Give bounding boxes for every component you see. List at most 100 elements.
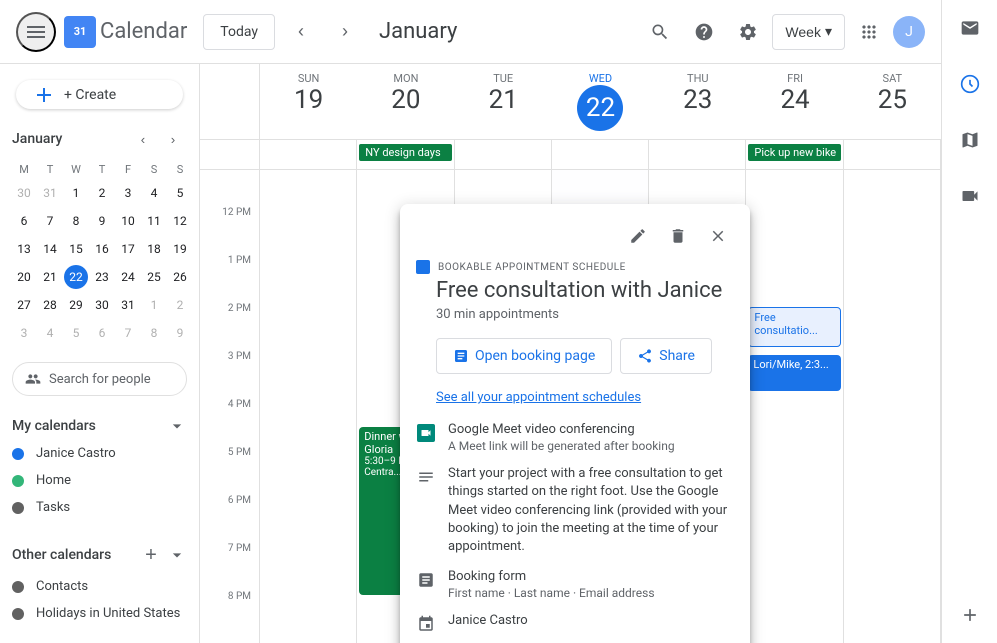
my-calendars-header[interactable]: My calendars xyxy=(0,412,199,440)
mini-cal-day[interactable]: 31 xyxy=(38,181,62,205)
mini-cal-day[interactable]: 24 xyxy=(116,265,140,289)
mini-cal-day[interactable]: 19 xyxy=(168,237,192,261)
create-button[interactable]: + Create xyxy=(16,80,183,109)
mini-cal-day[interactable]: 17 xyxy=(116,237,140,261)
allday-event-bike[interactable]: Pick up new bike xyxy=(748,144,840,161)
calendar-dot xyxy=(12,448,24,460)
mini-cal-day-today[interactable]: 22 xyxy=(64,265,88,289)
mini-cal-day-header: S xyxy=(168,161,192,178)
see-all-link[interactable]: See all your appointment schedules xyxy=(416,390,734,405)
mini-cal-day[interactable]: 7 xyxy=(116,321,140,345)
mini-cal-day[interactable]: 11 xyxy=(142,209,166,233)
popup-delete-button[interactable] xyxy=(662,220,694,252)
organizer-name: Janice Castro xyxy=(448,612,528,630)
calendar-dot xyxy=(12,581,24,593)
calendar-item-contacts[interactable]: Contacts xyxy=(0,573,199,600)
next-button[interactable]: › xyxy=(327,14,363,50)
form-icon xyxy=(416,570,436,590)
month-title: January xyxy=(379,19,624,44)
mini-cal-day[interactable]: 6 xyxy=(90,321,114,345)
mini-cal-day[interactable]: 25 xyxy=(142,265,166,289)
allday-row: NY design days Pick up new bike xyxy=(200,140,941,170)
calendar-item-home[interactable]: Home xyxy=(0,467,199,494)
week-button[interactable]: Week ▾ xyxy=(772,14,845,50)
mini-cal-next[interactable]: › xyxy=(159,125,187,153)
popup-close-button[interactable] xyxy=(702,220,734,252)
mini-cal-day[interactable]: 8 xyxy=(142,321,166,345)
mini-cal-day[interactable]: 31 xyxy=(116,293,140,317)
mini-cal-day[interactable]: 27 xyxy=(12,293,36,317)
popup-organizer-row: Janice Castro xyxy=(416,612,734,634)
mini-cal-day[interactable]: 1 xyxy=(64,181,88,205)
mini-cal-day[interactable]: 7 xyxy=(38,209,62,233)
right-panel-add-icon[interactable] xyxy=(950,595,990,635)
calendar-dot xyxy=(12,502,24,514)
mini-cal-day[interactable]: 18 xyxy=(142,237,166,261)
menu-button[interactable] xyxy=(16,12,56,52)
mini-cal-day[interactable]: 16 xyxy=(90,237,114,261)
calendar-item-holidays[interactable]: Holidays in United States xyxy=(0,600,199,627)
mini-cal-day[interactable]: 15 xyxy=(64,237,88,261)
mini-cal-day-header: W xyxy=(64,161,88,178)
calendar-label: Home xyxy=(36,473,71,488)
mini-cal-day[interactable]: 5 xyxy=(168,181,192,205)
calendar-label: Tasks xyxy=(36,500,70,515)
mini-cal-day[interactable]: 9 xyxy=(168,321,192,345)
right-panel-mail-icon[interactable] xyxy=(950,8,990,48)
other-calendars-header[interactable]: Other calendars + xyxy=(0,537,199,573)
mini-cal-day[interactable]: 30 xyxy=(90,293,114,317)
mini-cal-day[interactable]: 6 xyxy=(12,209,36,233)
search-people[interactable]: Search for people xyxy=(12,362,187,396)
day-header-thu: THU 23 xyxy=(649,64,746,139)
popup-badge-icon xyxy=(416,260,430,274)
allday-cell-thu xyxy=(649,140,746,169)
open-booking-button[interactable]: Open booking page xyxy=(436,338,612,374)
event-free-consult-fri[interactable]: Free consultatio... xyxy=(748,307,840,347)
mini-cal-day[interactable]: 4 xyxy=(38,321,62,345)
event-lori-mike[interactable]: Lori/Mike, 2:3... xyxy=(748,355,840,391)
mini-cal-prev[interactable]: ‹ xyxy=(129,125,157,153)
organizer-icon xyxy=(416,614,436,634)
mini-cal-day[interactable]: 8 xyxy=(64,209,88,233)
mini-cal-day[interactable]: 20 xyxy=(12,265,36,289)
avatar[interactable]: J xyxy=(893,16,925,48)
prev-button[interactable]: ‹ xyxy=(283,14,319,50)
mini-cal-day[interactable]: 30 xyxy=(12,181,36,205)
mini-cal-day[interactable]: 13 xyxy=(12,237,36,261)
mini-cal-day[interactable]: 10 xyxy=(116,209,140,233)
my-calendars-title: My calendars xyxy=(12,418,96,434)
mini-cal-day[interactable]: 3 xyxy=(116,181,140,205)
right-panel-meet-icon[interactable] xyxy=(950,176,990,216)
mini-cal-day[interactable]: 29 xyxy=(64,293,88,317)
share-button[interactable]: Share xyxy=(620,338,712,374)
mini-cal-day[interactable]: 2 xyxy=(168,293,192,317)
mini-cal-day[interactable]: 26 xyxy=(168,265,192,289)
search-button[interactable] xyxy=(640,12,680,52)
apps-button[interactable] xyxy=(849,12,889,52)
mini-cal-day[interactable]: 3 xyxy=(12,321,36,345)
today-button[interactable]: Today xyxy=(203,14,275,50)
booking-form-label: Booking form xyxy=(448,568,655,586)
left-sidebar: + Create January ‹ › M T W T F S xyxy=(0,64,200,643)
mini-cal-day[interactable]: 28 xyxy=(38,293,62,317)
settings-button[interactable] xyxy=(728,12,768,52)
allday-event-ny[interactable]: NY design days xyxy=(359,144,451,161)
mini-cal-day[interactable]: 21 xyxy=(38,265,62,289)
calendar-item-tasks[interactable]: Tasks xyxy=(0,494,199,521)
mini-cal-day[interactable]: 4 xyxy=(142,181,166,205)
help-button[interactable] xyxy=(684,12,724,52)
mini-cal-day[interactable]: 14 xyxy=(38,237,62,261)
mini-cal-day[interactable]: 1 xyxy=(142,293,166,317)
mini-cal-day[interactable]: 12 xyxy=(168,209,192,233)
add-calendar-button[interactable]: + xyxy=(137,541,165,569)
mini-cal-day[interactable]: 9 xyxy=(90,209,114,233)
mini-cal-day[interactable]: 2 xyxy=(90,181,114,205)
mini-cal-day[interactable]: 23 xyxy=(90,265,114,289)
popup-meet-row: Google Meet video conferencing A Meet li… xyxy=(416,421,734,453)
popup-edit-button[interactable] xyxy=(622,220,654,252)
right-panel-maps-icon[interactable] xyxy=(950,120,990,160)
mini-cal-day[interactable]: 5 xyxy=(64,321,88,345)
day-col-sun xyxy=(260,170,357,643)
calendar-item-janice[interactable]: Janice Castro xyxy=(0,440,199,467)
right-panel-tasks-icon[interactable] xyxy=(950,64,990,104)
